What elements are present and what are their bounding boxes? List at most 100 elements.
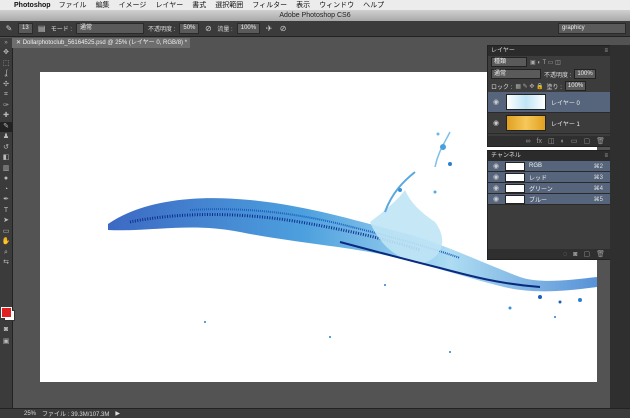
- eyedropper-tool-icon[interactable]: ✑: [0, 101, 12, 112]
- brush-panel-toggle-icon[interactable]: ▤: [37, 24, 47, 34]
- toolbar-collapse-button[interactable]: »: [0, 38, 12, 48]
- layer-style-icon[interactable]: fx: [537, 138, 542, 145]
- menu-type[interactable]: 書式: [192, 0, 206, 10]
- document-close-icon[interactable]: ✕: [16, 40, 23, 46]
- channel-name: レッド: [529, 175, 548, 182]
- visibility-eye-icon[interactable]: ◉: [491, 162, 501, 170]
- load-selection-icon[interactable]: ◌: [563, 251, 567, 258]
- options-bar: ✎ 13 ▤ モード : 通常 不透明度 : 50% ⊘ 流量 : 100% ✈…: [0, 21, 630, 37]
- layers-panel: レイヤー ≡ 種類 ▣ ◐ T ▭ ◫ 通常 不透明度 : 100% ロック :…: [487, 45, 612, 147]
- layer-filter-icons[interactable]: ▣ ◐ T ▭ ◫: [530, 59, 561, 66]
- visibility-eye-icon[interactable]: ◉: [491, 98, 501, 106]
- history-brush-tool-icon[interactable]: ↺: [0, 143, 12, 154]
- flow-label: 流量 :: [217, 27, 233, 33]
- visibility-eye-icon[interactable]: ◉: [491, 184, 501, 192]
- healing-brush-tool-icon[interactable]: ✚: [0, 111, 12, 122]
- fill-input[interactable]: 100%: [564, 81, 587, 91]
- visibility-eye-icon[interactable]: ◉: [491, 195, 501, 203]
- opacity-input[interactable]: 50%: [179, 23, 200, 34]
- file-info[interactable]: ファイル : 39.3M/107.3M: [42, 409, 109, 418]
- zoom-tool-icon[interactable]: ⌕: [0, 248, 12, 259]
- menu-file[interactable]: ファイル: [59, 0, 87, 10]
- layer-row[interactable]: ◉ レイヤー 0: [488, 92, 611, 113]
- layers-panel-header: レイヤー ≡: [488, 46, 611, 56]
- window-title-bar: Adobe Photoshop CS6: [0, 10, 630, 21]
- blur-tool-icon[interactable]: ●: [0, 174, 12, 185]
- panel-menu-icon[interactable]: ≡: [604, 46, 608, 56]
- workspace-select[interactable]: graphicy: [558, 23, 626, 34]
- path-select-tool-icon[interactable]: ➤: [0, 216, 12, 227]
- channel-name: グリーン: [529, 186, 553, 193]
- shape-tool-icon[interactable]: ▭: [0, 227, 12, 238]
- lock-label: ロック :: [491, 84, 513, 91]
- pressure-size-icon[interactable]: ⊘: [278, 24, 288, 34]
- layer-name: レイヤー 0: [551, 100, 580, 107]
- clone-stamp-tool-icon[interactable]: ♟: [0, 132, 12, 143]
- menu-help[interactable]: ヘルプ: [363, 0, 384, 10]
- visibility-eye-icon[interactable]: ◉: [491, 119, 501, 127]
- panel-dock-strip: [610, 45, 630, 408]
- brush-tool-icon[interactable]: ✎: [0, 121, 12, 132]
- channels-panel-title[interactable]: チャンネル: [491, 153, 521, 159]
- menu-layer[interactable]: レイヤー: [155, 0, 183, 10]
- new-layer-icon[interactable]: ▢: [583, 137, 590, 145]
- pen-tool-icon[interactable]: ✒: [0, 195, 12, 206]
- hand-tool-icon[interactable]: ✋: [0, 237, 12, 248]
- menu-view[interactable]: 表示: [296, 0, 310, 10]
- opacity-label: 不透明度 :: [148, 27, 176, 33]
- crop-tool-icon[interactable]: ⌗: [0, 90, 12, 101]
- eraser-tool-icon[interactable]: ◧: [0, 153, 12, 164]
- brush-size-picker[interactable]: 13: [18, 23, 33, 34]
- visibility-eye-icon[interactable]: ◉: [491, 173, 501, 181]
- flow-input[interactable]: 100%: [236, 23, 261, 34]
- new-group-icon[interactable]: ▭: [571, 137, 578, 145]
- gradient-tool-icon[interactable]: ▥: [0, 164, 12, 175]
- menu-filter[interactable]: フィルター: [252, 0, 287, 10]
- link-layers-icon[interactable]: ∞: [526, 138, 531, 145]
- layer-row[interactable]: ◉ レイヤー 1: [488, 113, 611, 134]
- channel-row[interactable]: ◉ ブルー ⌘5: [488, 194, 611, 205]
- screen-mode-icon[interactable]: ▣: [0, 337, 12, 348]
- channel-thumbnail: [505, 161, 525, 171]
- layer-opacity-input[interactable]: 100%: [574, 69, 596, 79]
- airbrush-icon[interactable]: ✈: [264, 24, 274, 34]
- brush-tool-icon[interactable]: ✎: [4, 24, 14, 34]
- lasso-tool-icon[interactable]: ʆ: [0, 69, 12, 80]
- delete-layer-icon[interactable]: 🗑: [596, 137, 605, 145]
- new-channel-icon[interactable]: ▢: [583, 250, 590, 258]
- foreground-color-swatch[interactable]: [1, 307, 12, 318]
- pressure-opacity-icon[interactable]: ⊘: [203, 24, 213, 34]
- tools-panel: ✥ ⬚ ʆ ✣ ⌗ ✑ ✚ ✎ ♟ ↺ ◧ ▥ ● ◔ ✒ T ➤ ▭ ✋ ⌕ …: [0, 48, 15, 408]
- channel-row[interactable]: ◉ レッド ⌘3: [488, 172, 611, 183]
- quick-mask-icon[interactable]: ◙: [0, 325, 12, 336]
- menu-window[interactable]: ウィンドウ: [319, 0, 354, 10]
- swap-colors-icon[interactable]: ⇆: [0, 258, 12, 269]
- layer-filter-select[interactable]: 種類: [491, 57, 527, 67]
- add-mask-icon[interactable]: ◫: [548, 137, 555, 145]
- delete-channel-icon[interactable]: 🗑: [596, 250, 605, 258]
- channel-row[interactable]: ◉ RGB ⌘2: [488, 161, 611, 172]
- menu-image[interactable]: イメージ: [119, 0, 147, 10]
- quick-select-tool-icon[interactable]: ✣: [0, 80, 12, 91]
- dodge-tool-icon[interactable]: ◔: [0, 185, 12, 196]
- mode-select[interactable]: 通常: [76, 23, 145, 34]
- layers-panel-title[interactable]: レイヤー: [491, 48, 515, 54]
- menu-select[interactable]: 選択範囲: [215, 0, 243, 10]
- blend-mode-select[interactable]: 通常: [491, 69, 541, 79]
- zoom-level[interactable]: 25%: [24, 411, 36, 417]
- channel-thumbnail: [505, 172, 525, 182]
- app-name-menu[interactable]: Photoshop: [14, 2, 51, 9]
- move-tool-icon[interactable]: ✥: [0, 48, 12, 59]
- document-tab[interactable]: ✕ Dollarphotoclub_56164525.psd @ 25% (レイ…: [12, 38, 190, 48]
- panel-menu-icon[interactable]: ≡: [604, 151, 608, 161]
- adjustment-layer-icon[interactable]: ◐: [561, 138, 565, 145]
- marquee-tool-icon[interactable]: ⬚: [0, 59, 12, 70]
- channel-thumbnail: [505, 183, 525, 193]
- layer-thumbnail: [506, 115, 546, 131]
- channel-row[interactable]: ◉ グリーン ⌘4: [488, 183, 611, 194]
- status-menu-arrow-icon[interactable]: ▶: [115, 410, 120, 417]
- lock-icons[interactable]: ▦ ✎ ✥ 🔒: [515, 83, 543, 90]
- save-selection-icon[interactable]: ◙: [573, 251, 577, 258]
- type-tool-icon[interactable]: T: [0, 206, 12, 217]
- menu-edit[interactable]: 編集: [96, 0, 110, 10]
